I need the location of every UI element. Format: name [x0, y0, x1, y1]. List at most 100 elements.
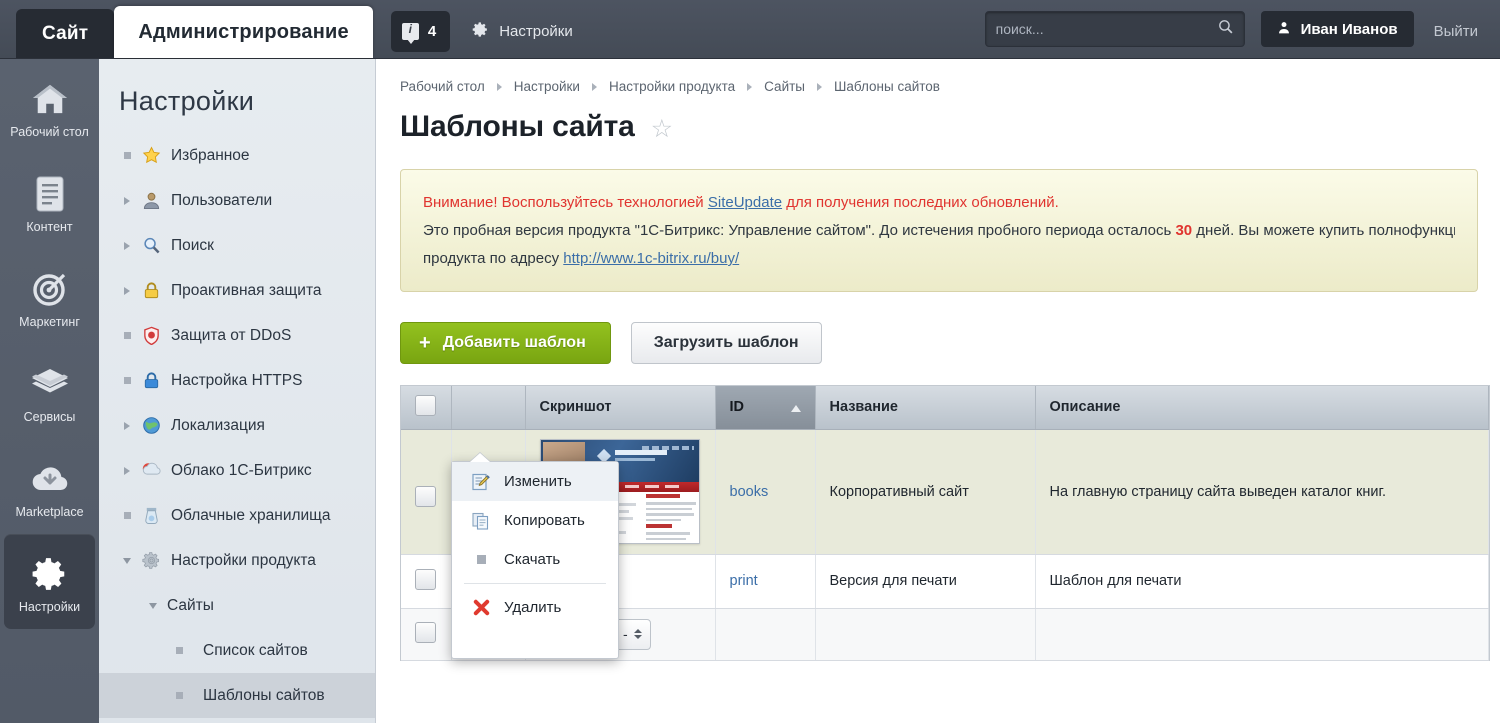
triangle-right-icon[interactable]	[119, 466, 135, 475]
breadcrumb-separator-icon	[817, 82, 822, 91]
footer-select-checkbox[interactable]	[415, 621, 437, 643]
column-header-description[interactable]: Описание	[1035, 386, 1489, 430]
buy-url-link[interactable]: http://www.1c-bitrix.ru/buy/	[563, 250, 739, 267]
search-box[interactable]	[984, 11, 1245, 47]
siteupdate-link[interactable]: SiteUpdate	[708, 194, 782, 211]
column-header-screenshot[interactable]: Скриншот	[525, 386, 716, 430]
grid-toolbar: + Добавить шаблон Загрузить шаблон	[400, 322, 1500, 364]
sidebar-item-sites[interactable]: Сайты	[99, 583, 375, 628]
triangle-down-icon[interactable]	[145, 602, 161, 609]
sidebar-item-proactive-protection[interactable]: Проактивная защита	[99, 268, 375, 313]
context-menu-label: Изменить	[504, 473, 572, 490]
upload-template-button[interactable]: Загрузить шаблон	[630, 322, 822, 364]
sidebar-item-ddos-protection[interactable]: Защита от DDoS	[99, 313, 375, 358]
document-icon	[2, 172, 97, 216]
breadcrumb-item-1[interactable]: Настройки	[514, 79, 580, 94]
context-menu-item-copy[interactable]: Копировать	[452, 501, 618, 540]
rail-item-marketing[interactable]: Маркетинг	[0, 249, 99, 344]
footer-id-cell	[715, 608, 816, 661]
add-template-button[interactable]: + Добавить шаблон	[400, 322, 611, 364]
breadcrumb-separator-icon	[747, 82, 753, 91]
row-checkbox[interactable]	[415, 486, 437, 507]
context-menu-caret-icon	[470, 453, 490, 462]
star-outline-icon[interactable]: ☆	[651, 116, 673, 142]
rail-label-content: Контент	[26, 220, 73, 234]
row-id-cell: print	[715, 554, 816, 609]
context-menu-item-delete[interactable]: Удалить	[452, 588, 618, 627]
rail-item-services[interactable]: Сервисы	[0, 344, 99, 439]
sidebar-item-bitrix-cloud[interactable]: Облако 1С-Битрикс	[99, 448, 375, 493]
triangle-right-icon[interactable]	[119, 421, 135, 430]
sidebar-item-https-settings[interactable]: Настройка HTTPS	[99, 358, 375, 403]
sidebar-item-site-list[interactable]: Список сайтов	[99, 628, 375, 673]
sidebar-item-cloud-storage[interactable]: Облачные хранилища	[99, 493, 375, 538]
sidebar-item-product-settings[interactable]: Настройки продукта	[99, 538, 375, 583]
cloud-bitrix-icon	[137, 461, 165, 480]
breadcrumb: Рабочий стол Настройки Настройки продукт…	[376, 59, 1500, 94]
marker-square-icon	[119, 152, 135, 159]
search-input[interactable]	[995, 21, 1217, 37]
rail-item-settings[interactable]: Настройки	[4, 534, 95, 629]
row-checkbox-cell[interactable]	[401, 554, 452, 609]
triangle-right-icon[interactable]	[119, 196, 135, 205]
breadcrumb-item-2[interactable]: Настройки продукта	[609, 79, 735, 94]
sidebar-item-users[interactable]: Пользователи	[99, 178, 375, 223]
context-menu-item-edit[interactable]: Изменить	[452, 462, 618, 501]
breadcrumb-item-4[interactable]: Шаблоны сайтов	[834, 79, 940, 94]
sidebar-label: Поиск	[171, 236, 214, 254]
logout-link[interactable]: Выйти	[1434, 23, 1478, 40]
user-icon	[137, 191, 165, 210]
banner-line2-a: Это пробная версия продукта "1С-Битрикс:…	[423, 222, 1176, 239]
actions-header	[451, 386, 526, 430]
header-settings-link[interactable]: Настройки	[472, 21, 573, 42]
sidebar-item-localization[interactable]: Локализация	[99, 403, 375, 448]
row-name-cell: Корпоративный сайт	[815, 429, 1036, 555]
row-id-link[interactable]: books	[730, 484, 769, 500]
gear-icon	[472, 21, 489, 42]
notifications-button[interactable]: 4	[390, 11, 451, 52]
row-id-link[interactable]: print	[730, 573, 758, 589]
stepper-arrows-icon	[633, 629, 642, 639]
footer-checkbox-cell[interactable]	[401, 608, 452, 661]
column-header-name[interactable]: Название	[815, 386, 1036, 430]
sidebar-title: Настройки	[119, 86, 255, 116]
sidebar-label: Шаблоны сайтов	[203, 686, 325, 704]
row-context-menu[interactable]: Изменить Копировать Скачать Удалить	[451, 453, 619, 659]
search-icon[interactable]	[1217, 18, 1234, 40]
triangle-down-icon[interactable]	[119, 557, 135, 564]
sidebar-item-favorites[interactable]: Избранное	[99, 133, 375, 178]
rail-item-desktop[interactable]: Рабочий стол	[0, 59, 99, 154]
column-header-id[interactable]: ID	[715, 386, 816, 430]
tab-site[interactable]: Сайт	[16, 9, 115, 58]
user-menu-button[interactable]: Иван Иванов	[1260, 11, 1414, 47]
header-settings-label: Настройки	[499, 23, 573, 40]
rail-label-services: Сервисы	[23, 410, 76, 424]
row-checkbox-cell[interactable]	[401, 429, 452, 555]
banner-line1-b: для получения последних обновлений.	[782, 194, 1059, 211]
triangle-right-icon[interactable]	[119, 286, 135, 295]
marker-square-icon	[119, 332, 135, 339]
select-all-header[interactable]	[401, 386, 452, 430]
rail-item-content[interactable]: Контент	[0, 154, 99, 249]
add-template-label: Добавить шаблон	[442, 334, 586, 351]
banner-line-3: продукта по адресу http://www.1c-bitrix.…	[423, 245, 1455, 273]
trial-notice-banner: Внимание! Воспользуйтесь технологией Sit…	[400, 169, 1478, 292]
shield-icon	[137, 326, 165, 345]
triangle-right-icon[interactable]	[119, 241, 135, 250]
row-checkbox[interactable]	[415, 568, 437, 590]
sidebar-label: Защита от DDoS	[171, 326, 292, 344]
tab-admin[interactable]: Администрирование	[114, 6, 373, 58]
breadcrumb-separator-icon	[496, 82, 502, 91]
icon-rail: Рабочий стол Контент Маркетинг Сервисы M…	[0, 59, 99, 723]
delete-cross-icon	[466, 598, 496, 617]
rail-item-marketplace[interactable]: Marketplace	[0, 439, 99, 534]
breadcrumb-item-3[interactable]: Сайты	[764, 79, 805, 94]
context-menu-item-download[interactable]: Скачать	[452, 540, 618, 579]
top-header: Сайт Администрирование 4 Настройки Иван …	[0, 0, 1500, 59]
breadcrumb-item-0[interactable]: Рабочий стол	[400, 79, 485, 94]
sidebar-item-site-templates[interactable]: Шаблоны сайтов	[99, 673, 375, 718]
breadcrumb-separator-icon	[591, 82, 597, 91]
sidebar-item-search[interactable]: Поиск	[99, 223, 375, 268]
star-icon	[137, 146, 165, 165]
select-all-checkbox[interactable]	[415, 394, 437, 416]
